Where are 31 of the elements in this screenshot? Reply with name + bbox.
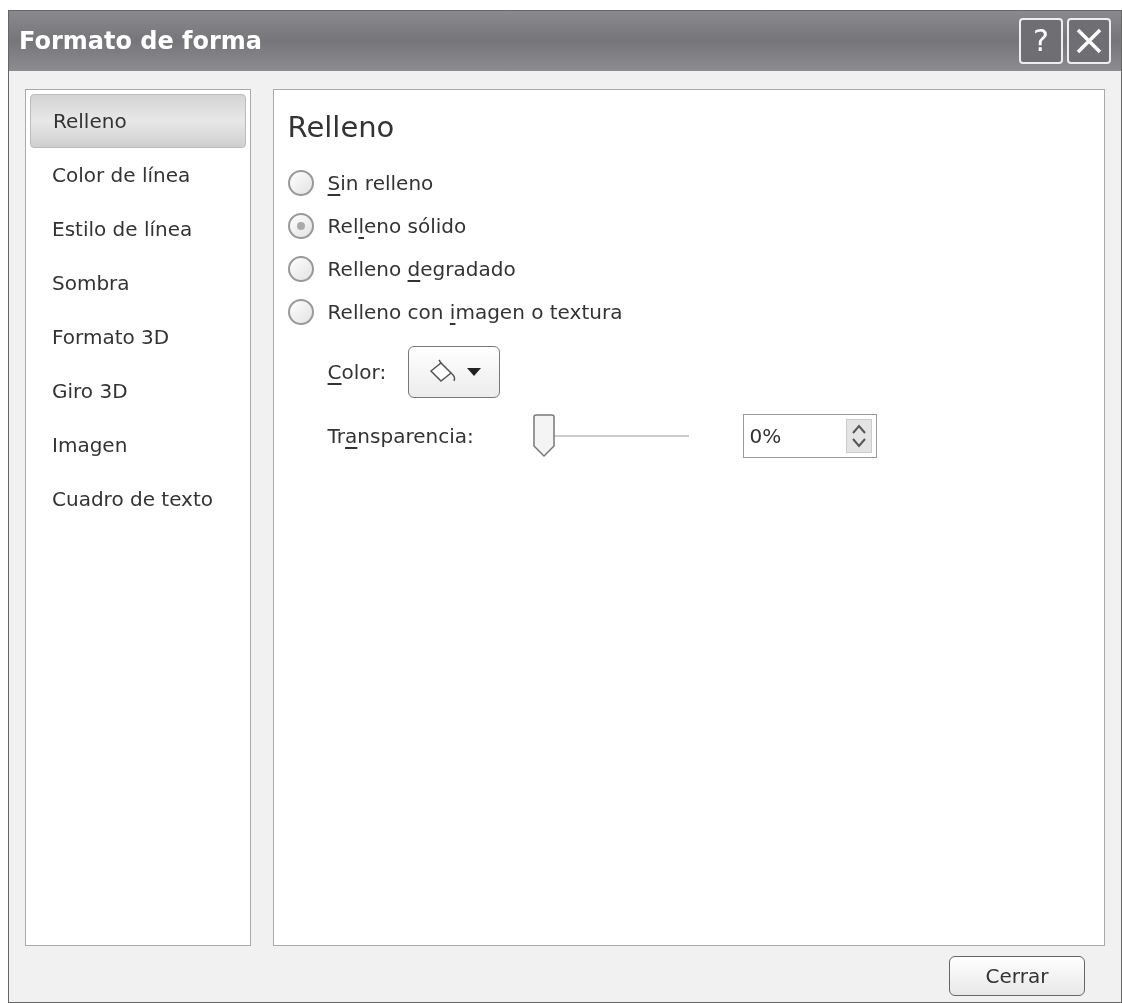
category-item[interactable]: Imagen xyxy=(30,418,246,472)
caret-icon xyxy=(467,367,482,376)
spin-arrows-icon[interactable] xyxy=(845,418,872,453)
category-item[interactable]: Estilo de línea xyxy=(30,202,246,256)
option-label: Relleno con imagen o textura xyxy=(327,299,623,326)
window-title: Formato de forma xyxy=(19,26,263,57)
percent-spin-field[interactable]: 0% xyxy=(742,413,877,458)
percent-value: 0% xyxy=(749,422,782,450)
close-button[interactable] xyxy=(1067,18,1111,64)
help-button[interactable]: ? xyxy=(1019,18,1063,64)
option-label: Relleno sólido xyxy=(327,213,467,240)
radio-button[interactable] xyxy=(287,299,314,325)
category-item[interactable]: Giro 3D xyxy=(30,364,246,418)
fill-color-button[interactable] xyxy=(408,345,501,398)
option-label: Relleno degradado xyxy=(327,256,516,283)
option-label: Sin relleno xyxy=(327,170,434,197)
category-item[interactable]: Color de línea xyxy=(30,148,246,202)
category-item[interactable]: Relleno xyxy=(30,94,246,148)
radio-button[interactable] xyxy=(287,170,314,196)
paint-bucket-icon xyxy=(427,358,458,385)
category-item[interactable]: Sombra xyxy=(30,256,246,310)
close-dialog-button[interactable]: Cerrar xyxy=(949,956,1085,996)
color-label: Color: xyxy=(327,358,387,386)
panel-heading: Relleno xyxy=(287,109,396,146)
radio-button[interactable] xyxy=(287,256,314,282)
slider-thumb[interactable] xyxy=(531,413,556,458)
category-item[interactable]: Cuadro de texto xyxy=(30,472,246,526)
radio-button[interactable] xyxy=(287,213,314,239)
transparency-label: Transparencia: xyxy=(327,422,475,450)
category-item[interactable]: Formato 3D xyxy=(30,310,246,364)
close-icon xyxy=(1075,27,1103,55)
